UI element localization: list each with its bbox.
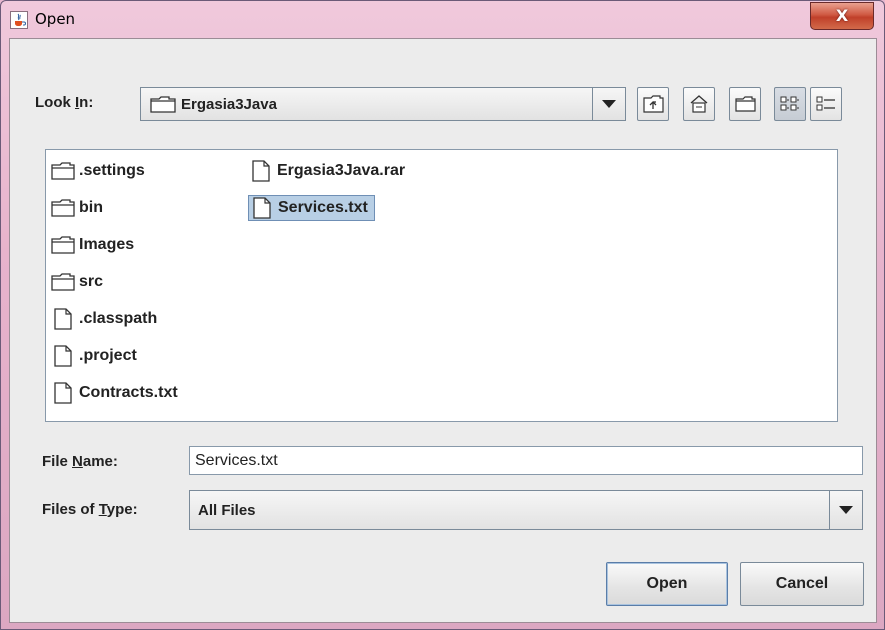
title-bar[interactable]: Open X [1,1,884,37]
file-name-input[interactable] [189,446,863,475]
file-item-label: .project [79,347,137,364]
file-name-label-pre: File [42,453,73,470]
look-in-value: Ergasia3Java [181,95,277,113]
home-button[interactable] [683,87,715,121]
chevron-down-icon [602,100,616,108]
files-of-type-label-pre: Files of [42,501,99,518]
look-in-label-pre: Look [35,94,75,111]
file-icon [54,382,72,404]
list-view-button[interactable] [774,87,806,121]
close-button[interactable]: X [810,2,874,30]
open-dialog-window: Open X Look In: Ergasia3Java .settings b… [0,0,885,630]
list-view-icon [780,96,799,111]
files-of-type-dropdown-button[interactable] [829,491,862,529]
files-of-type-label: Files of Type: [42,501,138,518]
home-icon [690,95,708,113]
cancel-button[interactable]: Cancel [740,562,864,606]
file-icon [54,308,72,330]
folder-item[interactable]: Images [50,232,140,258]
dialog-content: Look In: Ergasia3Java .settings bin Imag… [9,38,877,623]
look-in-label-post: n: [79,94,94,111]
folder-item[interactable]: bin [50,195,109,221]
file-item-label: Ergasia3Java.rar [277,162,406,179]
file-item[interactable]: Contracts.txt [50,380,184,406]
file-item[interactable]: .classpath [50,306,163,332]
file-item[interactable]: Services.txt [248,195,375,221]
file-item-label: Services.txt [278,199,368,216]
look-in-combo[interactable]: Ergasia3Java [140,87,626,121]
file-list[interactable]: .settings bin Images src .classpath .project C… [45,149,838,422]
file-name-label-post: ame: [82,453,118,470]
look-in-label: Look In: [35,94,93,111]
folder-icon [51,273,75,291]
file-item-label: src [79,273,104,290]
file-icon [252,160,270,182]
folder-icon [51,199,75,217]
files-of-type-combo[interactable]: All Files [189,490,863,530]
folder-icon [51,236,75,254]
files-of-type-value: All Files [198,501,256,519]
files-of-type-label-post: ype: [106,501,138,518]
details-view-button[interactable] [810,87,842,121]
file-icon [253,197,271,219]
window-title: Open [35,10,76,28]
new-folder-icon [735,96,756,112]
file-item-label: bin [79,199,103,216]
folder-item[interactable]: .settings [50,158,151,184]
new-folder-button[interactable] [729,87,761,121]
file-name-label-mnemonic: N [72,453,83,470]
look-in-dropdown-button[interactable] [592,88,625,120]
file-item-label: Contracts.txt [79,384,178,401]
java-cup-icon [10,11,28,29]
close-icon: X [835,6,849,25]
file-item-label: Images [79,236,135,253]
up-one-level-button[interactable] [637,87,669,121]
folder-icon [150,96,176,113]
file-icon [54,345,72,367]
open-button[interactable]: Open [606,562,728,606]
chevron-down-icon [839,506,853,514]
details-view-icon [816,96,835,111]
file-item-label: .classpath [79,310,158,327]
file-item[interactable]: Ergasia3Java.rar [248,158,411,184]
folder-icon [51,162,75,180]
files-of-type-label-mnemonic: T [98,501,107,518]
file-item[interactable]: .project [50,343,143,369]
up-folder-icon [643,95,664,113]
file-name-label: File Name: [42,453,118,470]
file-item-label: .settings [79,162,145,179]
folder-item[interactable]: src [50,269,109,295]
